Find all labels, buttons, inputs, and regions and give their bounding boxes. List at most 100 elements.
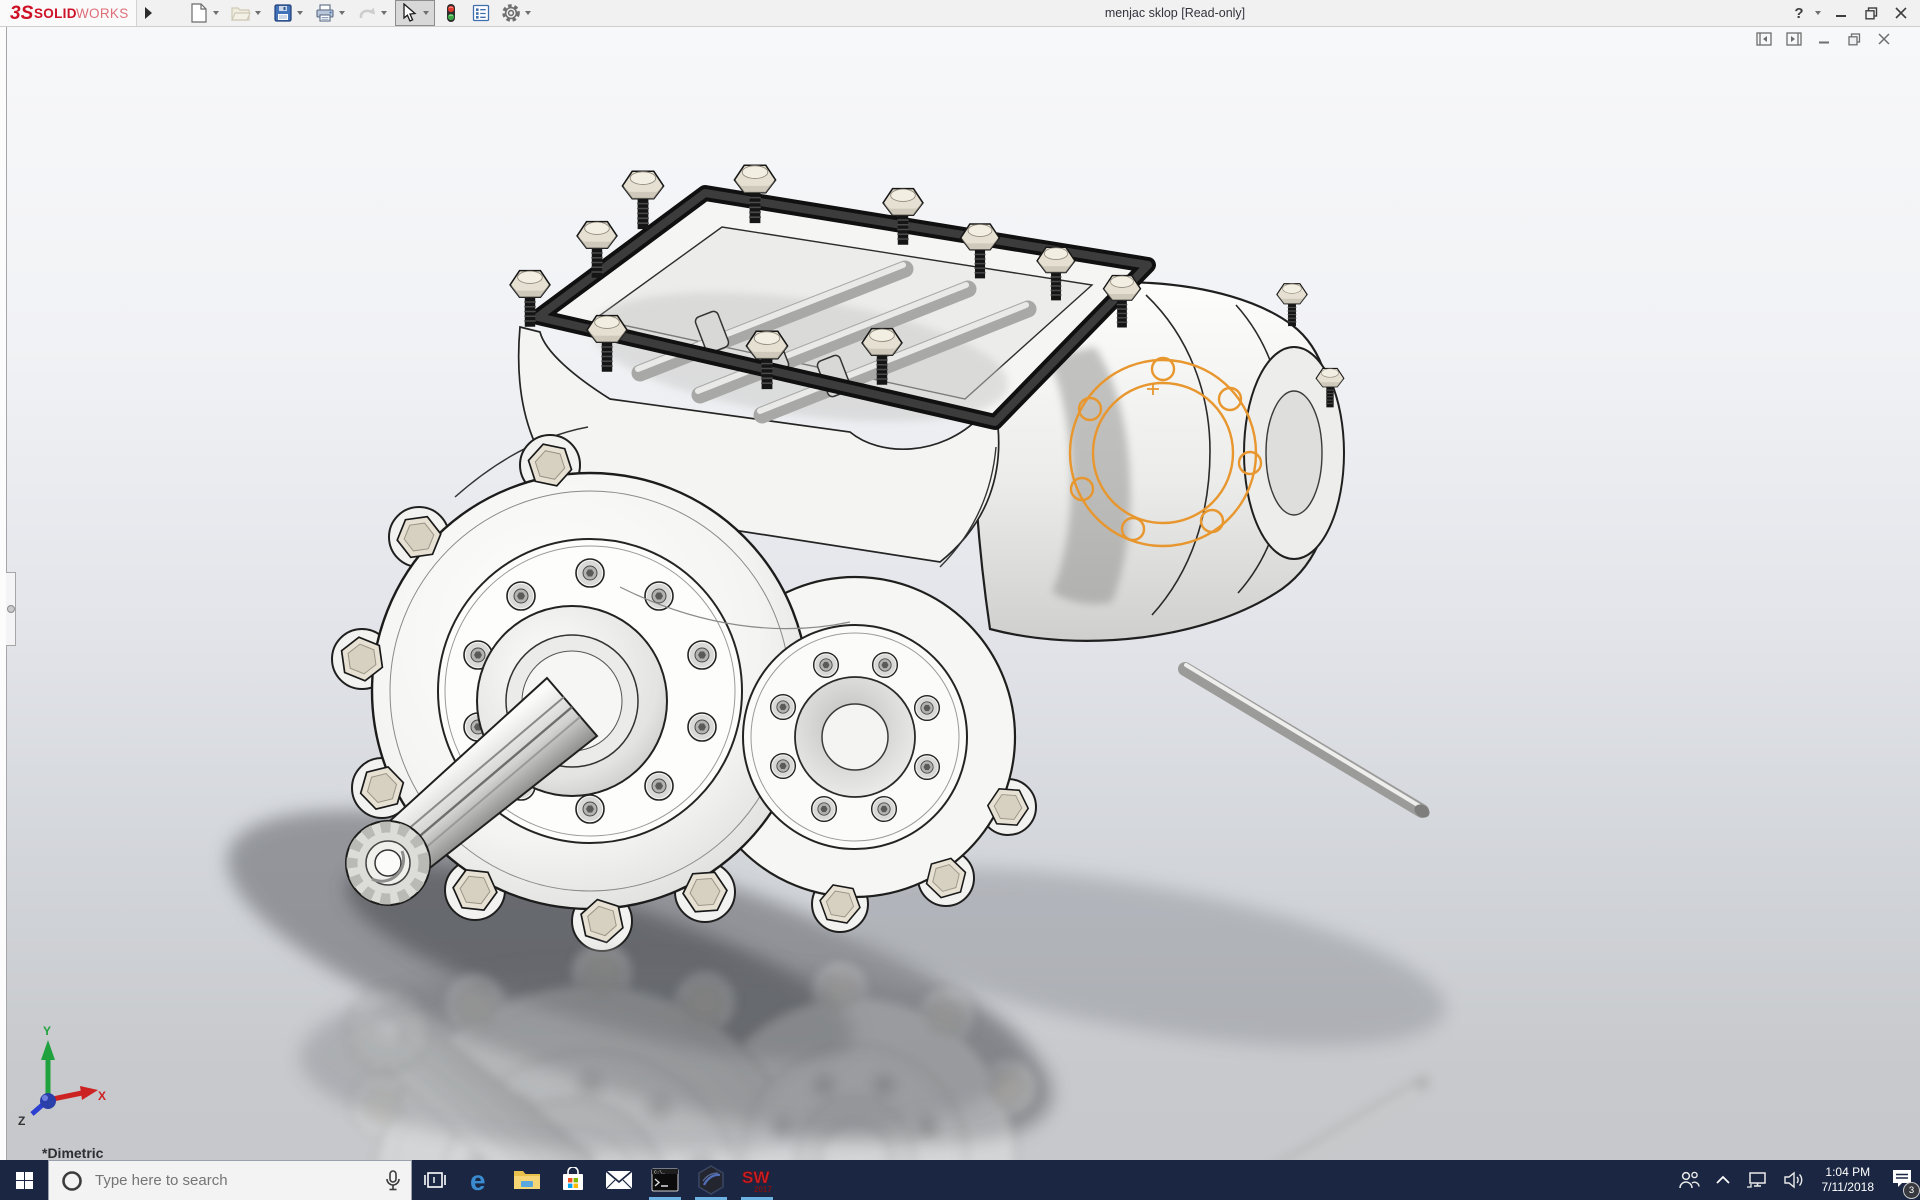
microphone-icon[interactable] (385, 1169, 401, 1192)
solidworks-logo: 3S SOLID WORKS (0, 0, 137, 26)
clock[interactable]: 1:04 PM 7/11/2018 (1812, 1160, 1885, 1200)
triad-z-label: Z (18, 1114, 25, 1126)
system-tray: 1:04 PM 7/11/2018 3 (1670, 1160, 1920, 1200)
file-properties-icon (470, 2, 492, 24)
doc-minimize-button[interactable] (1814, 30, 1834, 48)
notification-badge: 3 (1903, 1181, 1920, 1199)
task-view-icon (424, 1172, 446, 1188)
network-icon (1746, 1172, 1766, 1188)
taskbar-file-explorer[interactable] (504, 1160, 550, 1200)
taskbar-hexagon-app[interactable] (688, 1160, 734, 1200)
volume-button[interactable] (1776, 1160, 1812, 1200)
print-icon (314, 2, 336, 24)
people-icon (1678, 1171, 1700, 1189)
cortana-icon (62, 1170, 82, 1191)
thin-shaft[interactable] (1178, 662, 1432, 820)
microsoft-store-icon (563, 1167, 583, 1190)
help-button[interactable]: ? (1790, 2, 1808, 24)
chevron-up-icon (1715, 1175, 1730, 1184)
window-controls: ? (1790, 0, 1914, 26)
dropdown-caret (525, 11, 531, 15)
gearbox-model[interactable] (0, 27, 1920, 1160)
gear-icon (500, 2, 522, 24)
mail-icon (605, 1170, 633, 1190)
doc-close-button[interactable] (1874, 30, 1894, 48)
solidworks-2017-icon: SW 2017 (742, 1168, 773, 1194)
splitter-tab-handle[interactable] (6, 572, 16, 646)
file-properties-button[interactable] (467, 0, 495, 26)
select-tool-button[interactable] (395, 0, 435, 26)
traffic-light-icon (440, 2, 462, 24)
new-document-button[interactable] (185, 0, 225, 26)
taskbar-empty-area (780, 1160, 1670, 1200)
gearbox-assembly[interactable] (331, 165, 1432, 952)
print-button[interactable] (311, 0, 351, 26)
undo-arrow-icon (356, 2, 378, 24)
svg-text:e: e (470, 1165, 486, 1195)
edge-icon: e (470, 1165, 486, 1195)
minimize-button[interactable] (1828, 2, 1854, 24)
windows-logo-icon (15, 1171, 33, 1189)
svg-text:2017: 2017 (754, 1185, 772, 1194)
triad-y-label: Y (43, 1024, 51, 1038)
rebuild-button[interactable] (437, 0, 465, 26)
hexagon-app-icon (698, 1165, 724, 1195)
taskbar-app-icons: e C:\_ SW 2017 (412, 1160, 780, 1200)
taskbar-store[interactable] (550, 1160, 596, 1200)
title-bar: 3S SOLID WORKS menjac sklop [Read-only] … (0, 0, 1920, 27)
collapse-pane-right-icon[interactable] (1784, 30, 1804, 48)
file-explorer-icon (514, 1171, 540, 1189)
task-view-button[interactable] (412, 1160, 458, 1200)
secondary-flange[interactable] (742, 624, 968, 850)
tray-time: 1:04 PM (1825, 1165, 1871, 1179)
solidworks-application-window: 3S SOLID WORKS menjac sklop [Read-only] … (0, 0, 1920, 1200)
collapse-pane-left-icon[interactable] (1754, 30, 1774, 48)
people-button[interactable] (1670, 1160, 1708, 1200)
command-prompt-icon: C:\_ (651, 1168, 679, 1192)
taskbar-solidworks-2017[interactable]: SW 2017 (734, 1160, 780, 1200)
tray-date: 7/11/2018 (1821, 1180, 1875, 1194)
doc-restore-button[interactable] (1844, 30, 1864, 48)
restore-button[interactable] (1858, 2, 1884, 24)
splitter-dot (6, 605, 15, 613)
undo-button[interactable] (353, 0, 393, 26)
menu-expand-arrow[interactable] (139, 3, 157, 23)
select-cursor-icon (398, 2, 420, 24)
help-dropdown-caret[interactable] (1815, 11, 1821, 15)
search-input[interactable] (93, 1171, 385, 1190)
open-folder-icon (230, 2, 252, 24)
network-button[interactable] (1738, 1160, 1776, 1200)
orientation-triad: Y X Z (18, 1024, 106, 1126)
svg-text:C:\_: C:\_ (654, 1169, 665, 1175)
save-floppy-icon (272, 2, 294, 24)
dropdown-caret (213, 11, 219, 15)
dropdown-caret (381, 11, 387, 15)
options-button[interactable] (497, 0, 537, 26)
speaker-icon (1783, 1171, 1802, 1189)
dropdown-caret (255, 11, 261, 15)
hidden-icons-button[interactable] (1708, 1160, 1738, 1200)
document-window-controls (1754, 30, 1894, 48)
taskbar-edge[interactable]: e (458, 1160, 504, 1200)
action-center-button[interactable]: 3 (1884, 1160, 1920, 1200)
taskbar-command-prompt[interactable]: C:\_ (642, 1160, 688, 1200)
dropdown-caret (339, 11, 345, 15)
windows-taskbar: e (0, 1160, 1920, 1200)
start-button[interactable] (0, 1160, 48, 1200)
quick-access-toolbar (185, 0, 537, 26)
taskbar-mail[interactable] (596, 1160, 642, 1200)
logo-works-text: WORKS (76, 6, 128, 21)
close-button[interactable] (1888, 2, 1914, 24)
ds-logo-glyph: 3S (10, 3, 34, 23)
view-orientation-label: *Dimetric (42, 1145, 104, 1160)
dropdown-caret (423, 11, 429, 15)
open-button[interactable] (227, 0, 267, 26)
save-button[interactable] (269, 0, 309, 26)
graphics-viewport[interactable]: Y X Z *Dimetric (0, 27, 1920, 1160)
triad-x-label: X (98, 1089, 106, 1103)
taskbar-search-box[interactable] (48, 1160, 412, 1200)
window-title: menjac sklop [Read-only] (1104, 6, 1246, 20)
new-document-icon (188, 2, 210, 24)
dropdown-caret (297, 11, 303, 15)
logo-solid-text: SOLID (34, 6, 77, 21)
